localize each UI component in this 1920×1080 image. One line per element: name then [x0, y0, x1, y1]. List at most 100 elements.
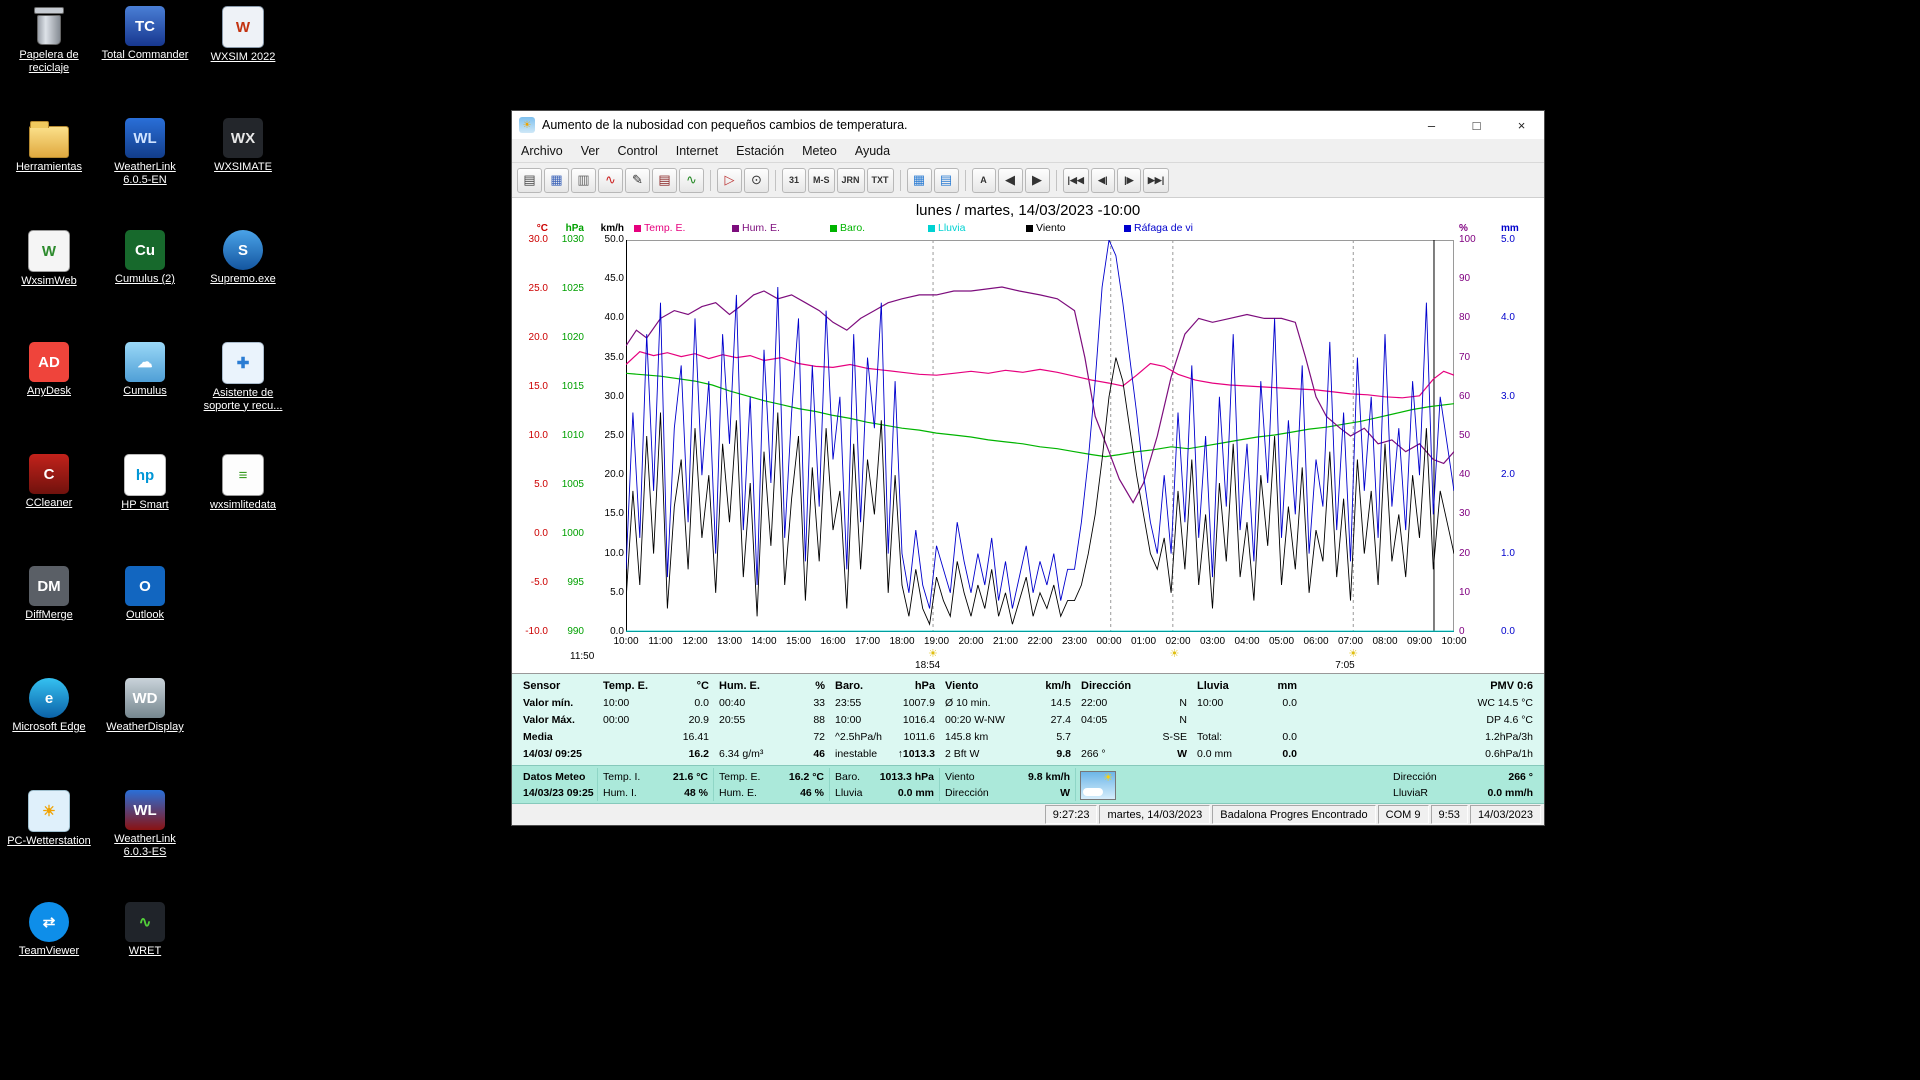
desktop-icon-wret[interactable]: ∿ WRET [98, 902, 192, 1014]
desktop-icon-papelera-de-reciclaje[interactable]: Papelera de reciclaje [2, 6, 96, 118]
desktop-icon-weatherlink-6-0-5-en[interactable]: WL WeatherLink 6.0.5-EN [98, 118, 192, 230]
menu-estaci-n[interactable]: Estación [727, 141, 793, 161]
x-axis-tick: 23:00 [1061, 636, 1088, 647]
print-button[interactable]: ▤ [517, 167, 542, 193]
desktop-icon-cumulus-2[interactable]: Cu Cumulus (2) [98, 230, 192, 342]
nav-next-button[interactable]: |▶ [1116, 167, 1141, 193]
prev-button[interactable]: ◀ [997, 167, 1023, 193]
stats-cell-time: 22:00 [1081, 696, 1108, 709]
edit-plot-button[interactable]: ✎ [625, 167, 650, 193]
nav-first-button[interactable]: |◀◀ [1062, 167, 1089, 193]
desktop-icon-cumulus[interactable]: ☁ Cumulus [98, 342, 192, 454]
stats-table: Sensor Valor mín. Valor Máx. Media 14/03/ 09… [512, 674, 1544, 766]
table-view-button[interactable]: ▦ [906, 167, 932, 193]
desktop-icon-wxsim-2022[interactable]: W WXSIM 2022 [196, 6, 290, 118]
menu-meteo[interactable]: Meteo [793, 141, 846, 161]
desktop-icon-diffmerge[interactable]: DM DiffMerge [2, 566, 96, 678]
live-value: 1013.3 hPa [879, 770, 934, 783]
page-export-button[interactable]: ▷ [717, 167, 742, 193]
live-value: 266 ° [1508, 770, 1533, 783]
x-axis-tick: 14:00 [751, 636, 777, 647]
minimize-button[interactable]: – [1409, 111, 1454, 139]
desktop-icon-teamviewer[interactable]: ⇄ TeamViewer [2, 902, 96, 1014]
nav-prev-button[interactable]: ◀| [1090, 167, 1115, 193]
menu-ver[interactable]: Ver [572, 141, 609, 161]
desktop-icon-microsoft-edge[interactable]: e Microsoft Edge [2, 678, 96, 790]
calendar-31-button[interactable]: 31 [782, 167, 806, 193]
desktop: Papelera de reciclaje Herramientas W WxsimW… [0, 0, 1920, 1080]
x-axis-tick: 02:00 [1165, 636, 1191, 647]
desktop-icon-anydesk[interactable]: AD AnyDesk [2, 342, 96, 454]
legend-swatch [732, 224, 739, 232]
stats-cell-value: 33 [813, 696, 825, 709]
support-assistant-icon: ✚ [222, 342, 264, 384]
stats-row: inestable ↑1013.3 [835, 745, 935, 762]
legend-item-r-faga-de-vi[interactable]: Ráfaga de vi [1124, 222, 1193, 234]
journal-button[interactable]: JRN [836, 167, 865, 193]
curve-button[interactable]: ∿ [679, 167, 704, 193]
axis-tick-temp: 20.0 [528, 332, 548, 343]
menu-control[interactable]: Control [608, 141, 666, 161]
title-bar: ☀ Aumento de la nubosidad con pequeños c… [512, 111, 1544, 139]
next-button[interactable]: ▶ [1024, 167, 1050, 193]
x-axis-tick: 21:00 [992, 636, 1019, 647]
toolbar-separator [899, 169, 901, 191]
stats-row [1197, 711, 1297, 728]
desktop-icon-supremo-exe[interactable]: S Supremo.exe [196, 230, 290, 342]
desktop-icon-label: WeatherDisplay [106, 721, 184, 733]
font-button[interactable]: A [971, 167, 996, 193]
plot-settings-button[interactable]: ∿ [598, 167, 623, 193]
live-station-cell: Datos Meteo 14/03/23 09:25 [518, 768, 598, 801]
stats-header: Hum. E.% [719, 677, 825, 694]
desktop-icon-asistente-de-soporte-y-recu[interactable]: ✚ Asistente de soporte y recu... [196, 342, 290, 454]
desktop-icon-herramientas[interactable]: Herramientas [2, 118, 96, 230]
close-button[interactable]: × [1499, 111, 1544, 139]
live-label: Baro. [835, 770, 861, 783]
desktop-icon-total-commander[interactable]: TC Total Commander [98, 6, 192, 118]
cumulus2-icon: Cu [125, 230, 165, 270]
textlog-button[interactable]: TXT [866, 167, 894, 193]
live-pair-cell: Temp. I. 21.6 °C Hum. I. 48 % [598, 768, 714, 801]
legend-item-temp-e[interactable]: Temp. E. [634, 222, 685, 234]
save-button[interactable]: ▦ [544, 167, 569, 193]
menu-archivo[interactable]: Archivo [512, 141, 572, 161]
legend-item-viento[interactable]: Viento [1026, 222, 1066, 234]
desktop-icon-wxsimweb[interactable]: W WxsimWeb [2, 230, 96, 342]
desktop-icon-ccleaner[interactable]: C CCleaner [2, 454, 96, 566]
axis-tick-rain: 1.0 [1501, 547, 1515, 559]
desktop-icon-weatherdisplay[interactable]: WD WeatherDisplay [98, 678, 192, 790]
axis-tick-temp: -10.0 [525, 626, 548, 637]
maximize-button[interactable]: □ [1454, 111, 1499, 139]
stats-header: Baro. hPa [835, 677, 935, 694]
plot-canvas[interactable] [626, 240, 1454, 632]
x-axis-tick: 01:00 [1130, 636, 1157, 647]
nav-last-button[interactable]: ▶▶| [1142, 167, 1170, 193]
weekrange-button[interactable]: M-S [808, 167, 835, 193]
desktop-icon-hp-smart[interactable]: hp HP Smart [98, 454, 192, 566]
desktop-icon-pc-wetterstation[interactable]: ☀ PC-Wetterstation [2, 790, 96, 902]
desktop-icon-wxsimate[interactable]: WX WXSIMATE [196, 118, 290, 230]
stats-row: 2 Bft W 9.8 [945, 745, 1071, 762]
desktop-icon-weatherlink-6-0-3-es[interactable]: WL WeatherLink 6.0.3-ES [98, 790, 192, 902]
desktop-icon-label: PC-Wetterstation [7, 835, 91, 847]
stats-row: 00:00 20.9 [603, 711, 709, 728]
grid-view-button[interactable]: ▤ [933, 167, 959, 193]
stats-cell-time: 00:20 W-NW [945, 713, 1005, 726]
time-button[interactable]: ⊙ [744, 167, 769, 193]
print-plot-button[interactable]: ▤ [652, 167, 677, 193]
desktop-icon-outlook[interactable]: O Outlook [98, 566, 192, 678]
desktop-icon-wxsimlitedata[interactable]: ≡ wxsimlitedata [196, 454, 290, 566]
stats-row: 10:00 1016.4 [835, 711, 935, 728]
stats-column-baro: Baro. hPa 23:55 1007.9 10:00 1016.4 ^2.5hPa/h 1… [830, 677, 940, 763]
axis-tick-hum: 80 [1459, 312, 1471, 324]
live-row: Temp. I. 21.6 °C [603, 769, 708, 785]
legend-item-hum-e[interactable]: Hum. E. [732, 222, 780, 234]
stats-row: 04:05 N [1081, 711, 1187, 728]
legend-item-lluvia[interactable]: Lluvia [928, 222, 965, 234]
export-button[interactable]: ▥ [571, 167, 596, 193]
stats-cell-time: 266 ° [1081, 747, 1106, 760]
legend-item-baro[interactable]: Baro. [830, 222, 865, 234]
menu-ayuda[interactable]: Ayuda [846, 141, 899, 161]
menu-internet[interactable]: Internet [667, 141, 727, 161]
toolbar-separator [775, 169, 776, 191]
